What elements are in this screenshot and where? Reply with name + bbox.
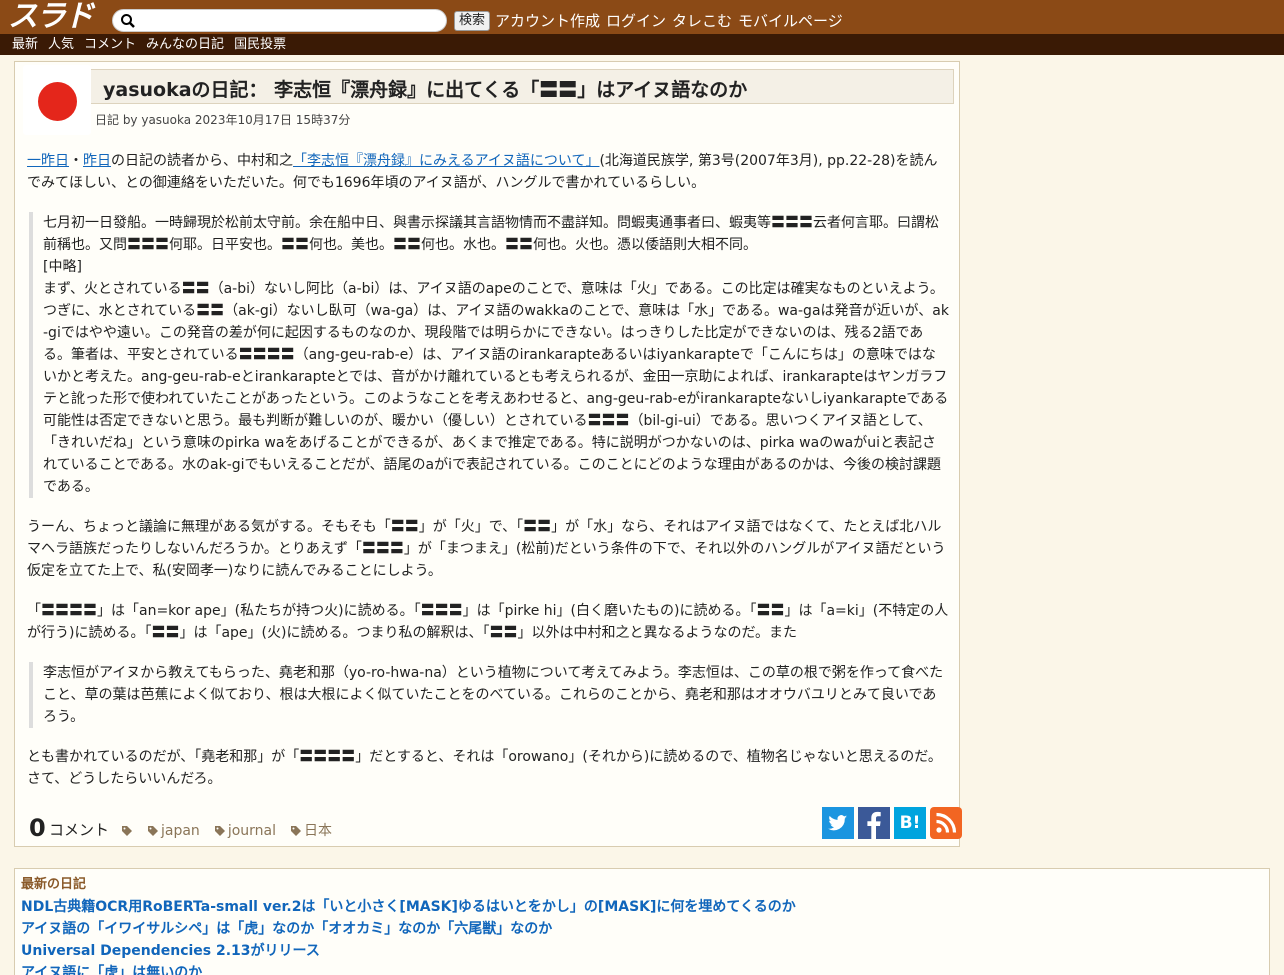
nav-journals[interactable]: みんなの日記 — [146, 34, 224, 55]
paragraph: 「〓〓〓〓」は「an=kor ape」(私たちが持つ火)に読める。「〓〓〓」は「… — [27, 603, 949, 641]
tag-label: journal — [227, 823, 276, 839]
search-box[interactable] — [112, 9, 447, 32]
create-account-link[interactable]: アカウント作成 — [495, 10, 600, 32]
tag-japan[interactable]: japan — [147, 820, 200, 842]
recent-item[interactable]: Universal Dependencies 2.13がリリース — [21, 940, 1263, 962]
nav-comments[interactable]: コメント — [84, 34, 136, 55]
rss-icon[interactable] — [930, 807, 962, 839]
recent-item[interactable]: NDL古典籍OCR用RoBERTa-small ver.2は「いと小さく[MAS… — [21, 896, 1263, 918]
submit-story-link[interactable]: タレこむ — [672, 10, 732, 32]
tag-icon — [148, 826, 158, 836]
separator: ・ — [69, 153, 83, 169]
journal-article: yasuokaの日記： 李志恒『漂舟録』に出てくる「〓〓」はアイヌ語なのか 日記… — [14, 61, 962, 847]
nav-latest[interactable]: 最新 — [12, 34, 38, 55]
tag-icon — [291, 826, 301, 836]
login-link[interactable]: ログイン — [606, 10, 666, 32]
recent-heading: 最新の日記 — [21, 877, 87, 892]
sub-navigation: 最新 人気 コメント みんなの日記 国民投票 — [0, 34, 1284, 55]
tag-nihon[interactable]: 日本 — [290, 820, 332, 842]
tag-icon — [214, 826, 225, 836]
tag-list: japan journal 日本 — [121, 820, 332, 842]
tag-icon[interactable] — [121, 825, 133, 837]
paragraph: とも書かれているのだが、「堯老和那」が「〓〓〓〓」だとすると、それは「orowa… — [27, 749, 942, 787]
mobile-page-link[interactable]: モバイルページ — [738, 10, 843, 32]
japan-flag-icon — [38, 82, 77, 121]
quote-line: [中略] — [43, 259, 82, 275]
quote-line: まず、火とされている〓〓（a-bi）ないし阿比（a-bi）は、アイヌ語のapeの… — [43, 281, 949, 495]
tag-journal[interactable]: journal — [214, 820, 276, 842]
yesterday-link[interactable]: 昨日 — [83, 153, 111, 169]
article-footer: 0 コメント japan journal 日本 B! — [29, 807, 962, 847]
article-title[interactable]: yasuokaの日記： 李志恒『漂舟録』に出てくる「〓〓」はアイヌ語なのか — [103, 78, 747, 102]
paragraph: 一昨日・昨日の日記の読者から、中村和之「李志恒『漂舟録』にみえるアイヌ語について… — [27, 150, 949, 194]
day-before-yesterday-link[interactable]: 一昨日 — [27, 153, 69, 169]
avatar[interactable] — [23, 65, 91, 135]
comment-label[interactable]: コメント — [49, 819, 109, 841]
paragraph: うーん、ちょっと議論に無理がある気がする。そもそも「〓〓」が「火」で、「〓〓」が… — [27, 519, 946, 579]
paragraph-text: の日記の読者から、中村和之 — [111, 153, 293, 169]
recent-journals: 最新の日記 NDL古典籍OCR用RoBERTa-small ver.2は「いと小… — [14, 868, 1270, 975]
twitter-icon[interactable] — [822, 807, 854, 839]
tag-label: 日本 — [304, 823, 332, 839]
search-button[interactable]: 検索 — [454, 11, 490, 31]
hatena-bookmark-icon[interactable]: B! — [894, 807, 926, 839]
site-logo[interactable]: スラド — [8, 2, 94, 32]
search-input[interactable] — [141, 12, 441, 30]
facebook-icon[interactable] — [858, 807, 890, 839]
nav-polls[interactable]: 国民投票 — [234, 34, 286, 55]
account-links: アカウント作成 ログイン タレこむ モバイルページ — [495, 10, 843, 32]
article-body: 一昨日・昨日の日記の読者から、中村和之「李志恒『漂舟録』にみえるアイヌ語について… — [27, 150, 949, 808]
recent-item[interactable]: アイヌ語の「イワイサルシペ」は「虎」なのか「オオカミ」なのか「六尾獣」なのか — [21, 918, 1263, 940]
top-bar: スラド 検索 アカウント作成 ログイン タレこむ モバイルページ — [0, 0, 1284, 34]
blockquote: 七月初一日發船。一時歸現於松前太守前。余在船中日、與書示探議其言語物情而不盡詳知… — [29, 212, 949, 498]
quote-line: 七月初一日發船。一時歸現於松前太守前。余在船中日、與書示探議其言語物情而不盡詳知… — [43, 215, 939, 253]
comment-count[interactable]: 0 — [29, 813, 46, 843]
nav-popular[interactable]: 人気 — [48, 34, 74, 55]
recent-item[interactable]: アイヌ語に「虎」は無いのか — [21, 962, 1263, 975]
byline: 日記 by yasuoka 2023年10月17日 15時37分 — [95, 113, 351, 127]
title-box: yasuokaの日記： 李志恒『漂舟録』に出てくる「〓〓」はアイヌ語なのか — [23, 69, 954, 104]
quote-line: 李志恒がアイヌから教えてもらった、堯老和那（yo-ro-hwa-na）という植物… — [43, 665, 944, 725]
search-icon — [121, 14, 135, 28]
blockquote: 李志恒がアイヌから教えてもらった、堯老和那（yo-ro-hwa-na）という植物… — [29, 662, 949, 728]
share-buttons: B! — [822, 807, 962, 839]
tag-label: japan — [161, 823, 200, 839]
paper-link[interactable]: 「李志恒『漂舟録』にみえるアイヌ語について」 — [293, 153, 599, 169]
